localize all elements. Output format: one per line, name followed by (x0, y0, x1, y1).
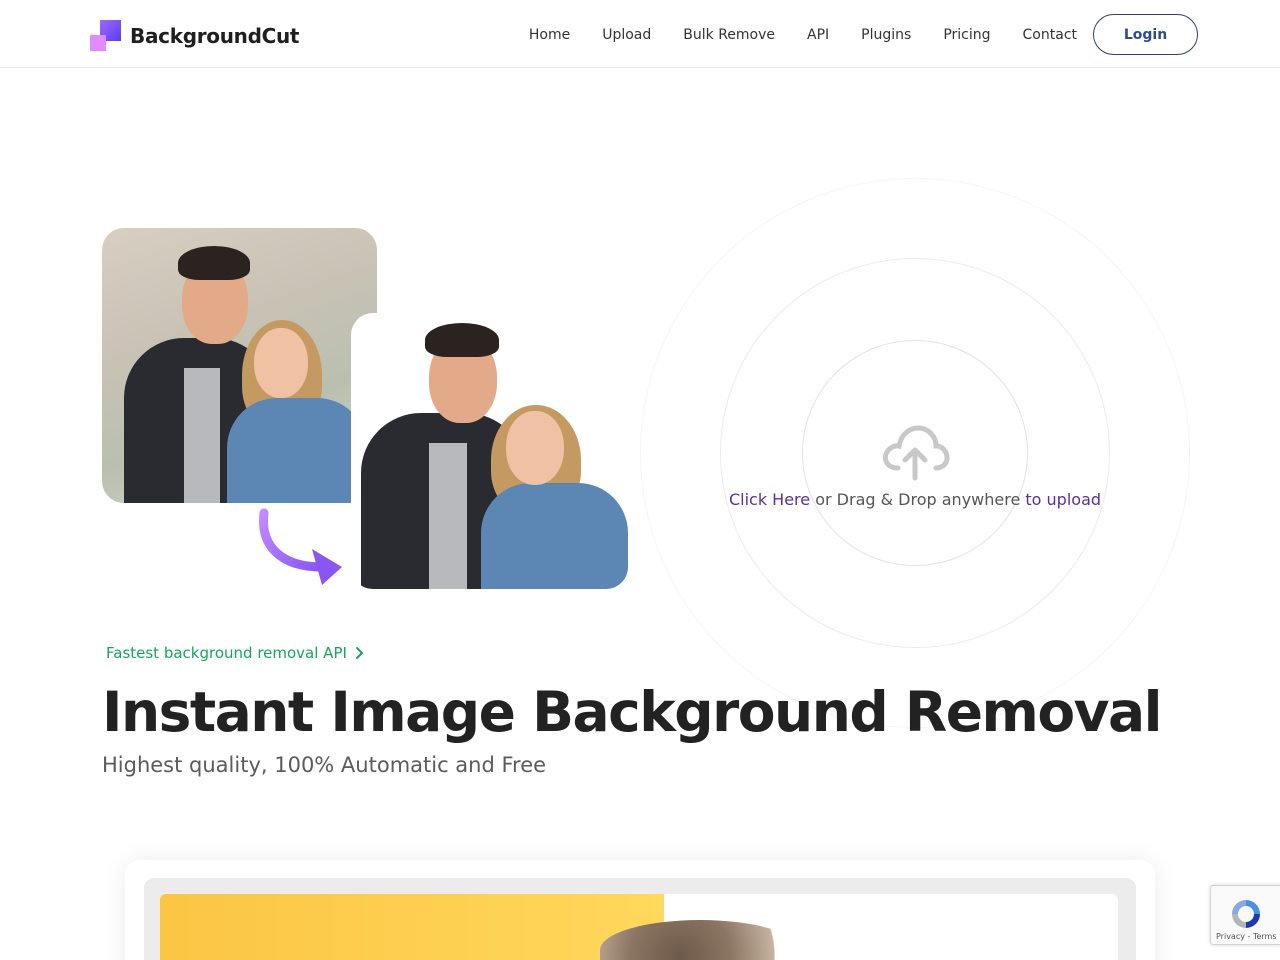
upload-instructions: Click Here or Drag & Drop anywhere to up… (640, 490, 1190, 509)
recaptcha-footer[interactable]: Privacy - Terms (1216, 932, 1277, 941)
nav-home[interactable]: Home (529, 15, 570, 55)
brand-name: BackgroundCut (130, 24, 300, 48)
api-promo-link[interactable]: Fastest background removal API (106, 644, 365, 662)
main-nav: Home Upload Bulk Remove API Plugins Pric… (497, 14, 1198, 55)
nav-pricing[interactable]: Pricing (943, 15, 990, 55)
brand-logo[interactable]: BackgroundCut (90, 20, 299, 52)
recaptcha-icon (1232, 900, 1260, 928)
api-promo-label: Fastest background removal API (106, 644, 347, 662)
cloud-upload-icon[interactable] (880, 420, 950, 482)
nav-upload[interactable]: Upload (602, 15, 651, 55)
click-here-link[interactable]: Click Here (729, 490, 810, 509)
chevron-right-icon (355, 647, 364, 659)
nav-contact[interactable]: Contact (1023, 15, 1077, 55)
example-cutout-photo (351, 313, 628, 589)
site-header: BackgroundCut Home Upload Bulk Remove AP… (0, 0, 1280, 68)
to-upload-link[interactable]: to upload (1025, 490, 1101, 509)
page-title: Instant Image Background Removal (102, 680, 1162, 744)
recaptcha-badge[interactable]: Privacy - Terms (1210, 885, 1280, 945)
example-original-photo (102, 228, 377, 503)
logo-mark-icon (90, 20, 122, 52)
demo-preview-original-half (160, 894, 664, 960)
page: BackgroundCut Home Upload Bulk Remove AP… (0, 0, 1280, 960)
page-subtitle: Highest quality, 100% Automatic and Free (102, 753, 547, 777)
nav-bulk-remove[interactable]: Bulk Remove (683, 15, 775, 55)
login-button[interactable]: Login (1093, 14, 1198, 55)
curved-arrow-icon (259, 508, 342, 585)
nav-plugins[interactable]: Plugins (861, 15, 911, 55)
upload-middle-text: or Drag & Drop anywhere (810, 490, 1026, 509)
nav-api[interactable]: API (807, 15, 829, 55)
